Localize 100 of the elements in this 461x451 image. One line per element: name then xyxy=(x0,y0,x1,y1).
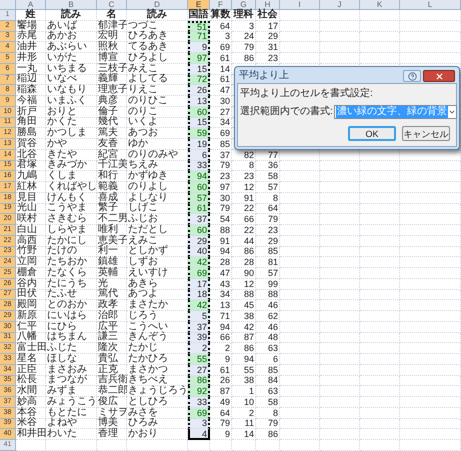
column-header[interactable]: L xyxy=(400,0,461,10)
column-title: 読み xyxy=(127,10,188,21)
table-cell: 94 xyxy=(188,171,210,182)
table-cell: 34 xyxy=(210,118,232,128)
table-cell: 幾代 xyxy=(97,118,127,128)
table-cell: 60 xyxy=(188,106,210,118)
table-cell xyxy=(360,214,400,225)
dialog-prompt: 平均より上のセルを書式設定: xyxy=(240,88,374,100)
column-header[interactable]: E xyxy=(188,0,210,10)
dialog-button[interactable]: OK xyxy=(348,126,396,141)
table-cell xyxy=(320,322,360,332)
table-cell: 49 xyxy=(210,397,232,408)
table-cell: 香理 xyxy=(97,429,127,440)
table-cell xyxy=(280,332,320,344)
table-cell: 白山 xyxy=(16,225,46,236)
table-cell xyxy=(360,278,400,290)
table-cell xyxy=(360,300,400,311)
column-header[interactable]: A xyxy=(16,0,46,10)
column-header[interactable]: K xyxy=(360,0,400,10)
table-cell: 勝島 xyxy=(16,128,46,139)
table-cell: 82 xyxy=(232,150,256,160)
table-cell xyxy=(360,182,400,193)
table-cell: みょうこう xyxy=(46,397,97,408)
table-cell: 水間 xyxy=(16,386,46,397)
table-cell: 貴弘 xyxy=(97,354,127,365)
table-cell xyxy=(280,322,320,332)
table-cell xyxy=(360,322,400,332)
table-cell xyxy=(280,182,320,193)
table-cell xyxy=(320,440,360,451)
column-header[interactable]: H xyxy=(256,0,280,10)
table-cell xyxy=(360,386,400,397)
table-cell: 85 xyxy=(210,139,232,150)
table-cell: 38 xyxy=(232,376,256,386)
table-cell xyxy=(360,332,400,344)
table-cell: 17 xyxy=(188,278,210,290)
table-cell xyxy=(360,32,400,42)
table-cell: しらやま xyxy=(46,225,97,236)
table-cell xyxy=(360,246,400,258)
table-cell xyxy=(400,268,461,279)
table-cell: たふせ xyxy=(46,290,97,300)
table-cell: 8 xyxy=(256,408,280,418)
help-button[interactable] xyxy=(403,70,421,82)
table-cell: 唯利 xyxy=(97,225,127,236)
column-title: 読み xyxy=(46,10,97,21)
table-cell: としひろ xyxy=(127,397,188,408)
table-cell: ただとし xyxy=(127,225,188,236)
table-cell: 91 xyxy=(232,192,256,204)
table-cell xyxy=(280,268,320,279)
column-header[interactable]: G xyxy=(232,0,256,10)
table-cell: 86 xyxy=(188,376,210,386)
table-cell: 61 xyxy=(210,53,232,64)
table-cell: 6 xyxy=(256,354,280,365)
table-cell: もとたに xyxy=(46,408,97,418)
table-cell xyxy=(280,20,320,32)
close-icon xyxy=(434,72,444,80)
table-cell: 松長 xyxy=(16,376,46,386)
table-cell: よしてる xyxy=(127,74,188,86)
table-cell: こうやま xyxy=(46,204,97,214)
table-cell xyxy=(320,32,360,42)
table-cell: 恭二郎 xyxy=(97,386,127,397)
table-cell xyxy=(280,236,320,246)
column-header[interactable]: C xyxy=(97,0,127,10)
dialog-title: 平均より上 xyxy=(239,70,289,82)
table-cell: 2 xyxy=(232,408,256,418)
table-cell: ふじお xyxy=(127,214,188,225)
table-cell: 賀谷 xyxy=(16,139,46,150)
column-header[interactable]: D xyxy=(127,0,188,10)
table-cell: 38 xyxy=(232,311,256,322)
table-cell: 繁子 xyxy=(97,204,127,214)
table-cell: 42 xyxy=(232,322,256,332)
table-cell xyxy=(360,354,400,365)
table-cell xyxy=(280,408,320,418)
table-cell xyxy=(360,42,400,53)
table-cell xyxy=(232,440,256,451)
table-cell xyxy=(320,53,360,64)
table-cell xyxy=(280,53,320,64)
dialog-button[interactable]: キャンセル xyxy=(402,126,450,141)
column-header[interactable]: J xyxy=(320,0,360,10)
table-cell: 棚倉 xyxy=(16,268,46,279)
column-header[interactable]: F xyxy=(210,0,232,10)
table-cell: 11 xyxy=(232,418,256,430)
table-cell xyxy=(97,440,127,451)
close-button[interactable] xyxy=(423,70,455,82)
table-cell: 64 xyxy=(210,408,232,418)
table-cell: 61 xyxy=(210,364,232,376)
table-cell: 30 xyxy=(210,192,232,204)
table-cell xyxy=(400,278,461,290)
table-cell xyxy=(280,343,320,354)
table-cell: ほしな xyxy=(46,354,97,365)
table-cell xyxy=(320,311,360,322)
table-cell: 3 xyxy=(188,418,210,430)
table-cell xyxy=(360,268,400,279)
table-cell xyxy=(320,192,360,204)
table-cell: 61 xyxy=(188,204,210,214)
table-cell: 正克 xyxy=(97,364,127,376)
column-header[interactable]: B xyxy=(46,0,97,10)
table-cell xyxy=(127,440,188,451)
table-cell: きたや xyxy=(46,150,97,160)
table-cell: 86 xyxy=(232,343,256,354)
column-header[interactable]: I xyxy=(280,0,320,10)
